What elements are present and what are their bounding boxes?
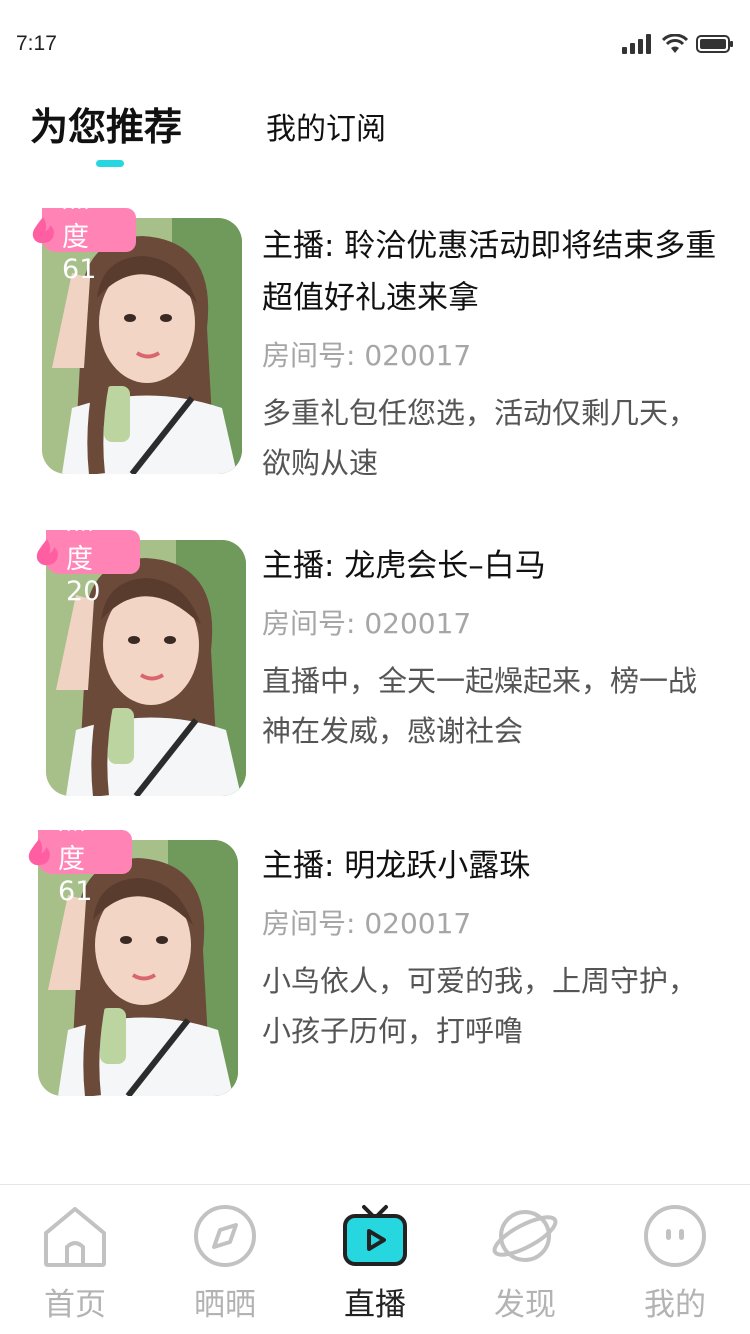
status-bar: 7:17: [0, 0, 750, 88]
flame-icon: [32, 216, 54, 244]
signal-icon: [622, 34, 651, 54]
nav-share[interactable]: 晒晒: [165, 1201, 285, 1324]
live-room-item[interactable]: 热度20 主播: 龙虎会长–白马 房间号: 020017 直播中，全天一起燥起来…: [0, 505, 750, 830]
wifi-icon: [662, 34, 688, 53]
nav-label: 晒晒: [194, 1287, 256, 1323]
tv-icon: [343, 1205, 407, 1266]
flame-icon: [28, 838, 50, 866]
profile-face-icon: [644, 1205, 706, 1267]
heat-badge: 热度61: [26, 805, 133, 907]
heat-badge: 热度61: [30, 183, 137, 285]
room-description: 多重礼包任您选，活动仅剩几天，欲购从速: [262, 396, 698, 480]
live-room-item[interactable]: 热度61 主播: 明龙跃小露珠 房间号: 020017 小鸟依人，可爱的我，上周…: [0, 805, 750, 1130]
room-number: 房间号: 020017: [262, 907, 472, 940]
nav-profile[interactable]: 我的: [615, 1201, 735, 1324]
nav-home[interactable]: 首页: [15, 1201, 135, 1324]
planet-icon: [492, 1210, 558, 1262]
room-description: 小鸟依人，可爱的我，上周守护，小孩子历何，打呼噜: [262, 964, 698, 1048]
nav-label: 发现: [494, 1287, 556, 1323]
room-description: 直播中，全天一起燥起来，榜一战神在发威，感谢社会: [262, 664, 698, 748]
heat-label: 热度61: [38, 805, 133, 907]
nav-live[interactable]: 直播: [315, 1201, 435, 1324]
live-room-item[interactable]: 热度61 主播: 聆洽优惠活动即将结束多重超值好礼速来拿 房间号: 020017…: [0, 183, 750, 508]
status-icons: [622, 32, 734, 56]
tab-recommend[interactable]: 为您推荐: [30, 96, 182, 151]
flame-icon: [36, 538, 58, 566]
heat-label: 热度20: [46, 505, 141, 607]
compass-icon: [194, 1205, 256, 1267]
nav-label: 我的: [644, 1287, 706, 1323]
bottom-tab-bar: 首页 晒晒 直播 发现 我的: [0, 1184, 750, 1334]
room-number: 房间号: 020017: [262, 607, 472, 640]
nav-label: 首页: [44, 1287, 106, 1323]
status-time: 7:17: [16, 32, 57, 55]
home-icon: [44, 1207, 106, 1267]
tab-subscriptions[interactable]: 我的订阅: [266, 104, 386, 148]
room-title[interactable]: 主播: 龙虎会长–白马: [262, 540, 722, 592]
active-tab-indicator: [96, 160, 124, 167]
heat-badge: 热度20: [34, 505, 141, 607]
nav-label: 直播: [344, 1287, 406, 1323]
heat-label: 热度61: [42, 183, 137, 285]
nav-discover[interactable]: 发现: [465, 1201, 585, 1324]
battery-icon: [696, 35, 733, 53]
room-number: 房间号: 020017: [262, 339, 472, 372]
room-title[interactable]: 主播: 明龙跃小露珠: [262, 840, 722, 892]
room-title[interactable]: 主播: 聆洽优惠活动即将结束多重超值好礼速来拿: [262, 220, 722, 324]
